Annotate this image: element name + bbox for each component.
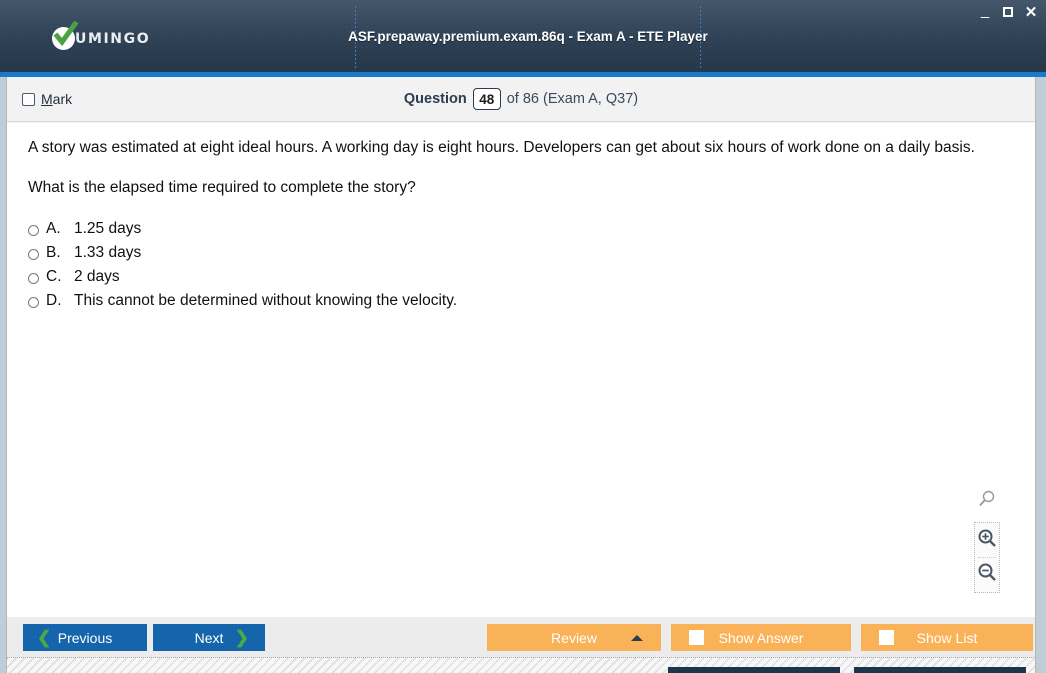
question-body: A story was estimated at eight ideal hou… [7, 123, 1035, 617]
magnifier-icon[interactable] [977, 489, 997, 514]
show-answer-button-label: Show Answer [718, 629, 804, 646]
answer-text: This cannot be determined without knowin… [74, 291, 458, 309]
question-label: Question [403, 91, 467, 107]
radio-icon[interactable] [28, 224, 39, 236]
next-button-label: Next [194, 629, 224, 646]
zoom-tools [973, 489, 1001, 593]
answer-text: 2 days [74, 267, 120, 285]
question-text: A story was estimated at eight ideal hou… [28, 137, 1013, 200]
answer-text: 1.33 days [74, 243, 142, 261]
question-panel: Mark Question 48 of 86 (Exam A, Q37) A s… [6, 77, 1036, 617]
show-list-button-label: Show List [916, 629, 978, 646]
window-title: ASF.prepaway.premium.exam.86q - Exam A -… [348, 28, 708, 44]
navigation-button-bar: ❮ Previous Next ❯ Review Show Answer Sho… [6, 617, 1036, 658]
show-answer-checkbox[interactable] [689, 630, 704, 645]
review-button[interactable]: Review [487, 624, 661, 651]
minimize-icon[interactable]: _ [978, 3, 992, 20]
question-paragraph: What is the elapsed time required to com… [28, 179, 416, 197]
previous-button-label: Previous [57, 629, 113, 646]
save-session-button[interactable]: Save Session [668, 667, 840, 673]
content-frame: Mark Question 48 of 86 (Exam A, Q37) A s… [0, 77, 1046, 673]
close-icon[interactable]: ✕ [1024, 4, 1038, 20]
answer-text: 1.25 days [74, 219, 142, 237]
checkmark-icon [52, 21, 79, 50]
question-number-input[interactable]: 48 [472, 88, 501, 110]
answer-letter: B. [46, 243, 61, 261]
show-list-checkbox[interactable] [879, 630, 894, 645]
chevron-left-icon: ❮ [37, 628, 52, 647]
zoom-button-group [974, 522, 1000, 593]
answer-letter: A. [46, 219, 61, 237]
review-button-label: Review [551, 629, 597, 646]
maximize-icon[interactable] [1001, 4, 1015, 20]
zoom-in-icon[interactable] [977, 528, 997, 553]
ete-player-window: UMINGO ASF.prepaway.premium.exam.86q - E… [0, 0, 1046, 673]
zoom-out-icon[interactable] [977, 562, 997, 587]
title-bar: UMINGO ASF.prepaway.premium.exam.86q - E… [0, 0, 1046, 72]
answer-letter: C. [46, 267, 62, 285]
answer-letter: D. [46, 291, 62, 309]
question-counter: Question 48 of 86 (Exam A, Q37) [7, 88, 1035, 110]
end-exam-button[interactable]: End Exam [854, 667, 1026, 673]
answer-options: A. 1.25 days B. 1.33 days C. 2 days D. T… [28, 220, 1035, 310]
answer-option-c[interactable]: C. 2 days [28, 268, 1035, 286]
radio-icon[interactable] [28, 272, 39, 284]
chevron-up-icon [631, 634, 643, 641]
logo-wordmark: UMINGO [75, 30, 151, 47]
show-answer-button[interactable]: Show Answer [671, 624, 851, 651]
zoom-tools-divider [978, 557, 996, 558]
question-total-label: of 86 (Exam A, Q37) [506, 91, 639, 107]
answer-option-d[interactable]: D. This cannot be determined without kno… [28, 292, 1035, 310]
question-header: Mark Question 48 of 86 (Exam A, Q37) [7, 77, 1035, 122]
answer-option-b[interactable]: B. 1.33 days [28, 244, 1035, 262]
vumingo-logo: UMINGO [52, 21, 151, 50]
radio-icon[interactable] [28, 248, 39, 260]
show-list-button[interactable]: Show List [861, 624, 1033, 651]
radio-icon[interactable] [28, 296, 39, 308]
question-paragraph: A story was estimated at eight ideal hou… [28, 139, 975, 156]
session-button-bar: Save Session End Exam [6, 658, 1036, 673]
chevron-right-icon: ❯ [234, 628, 249, 647]
previous-button[interactable]: ❮ Previous [23, 624, 147, 651]
window-controls: _ ✕ [978, 3, 1038, 20]
next-button[interactable]: Next ❯ [153, 624, 265, 651]
answer-option-a[interactable]: A. 1.25 days [28, 220, 1035, 238]
